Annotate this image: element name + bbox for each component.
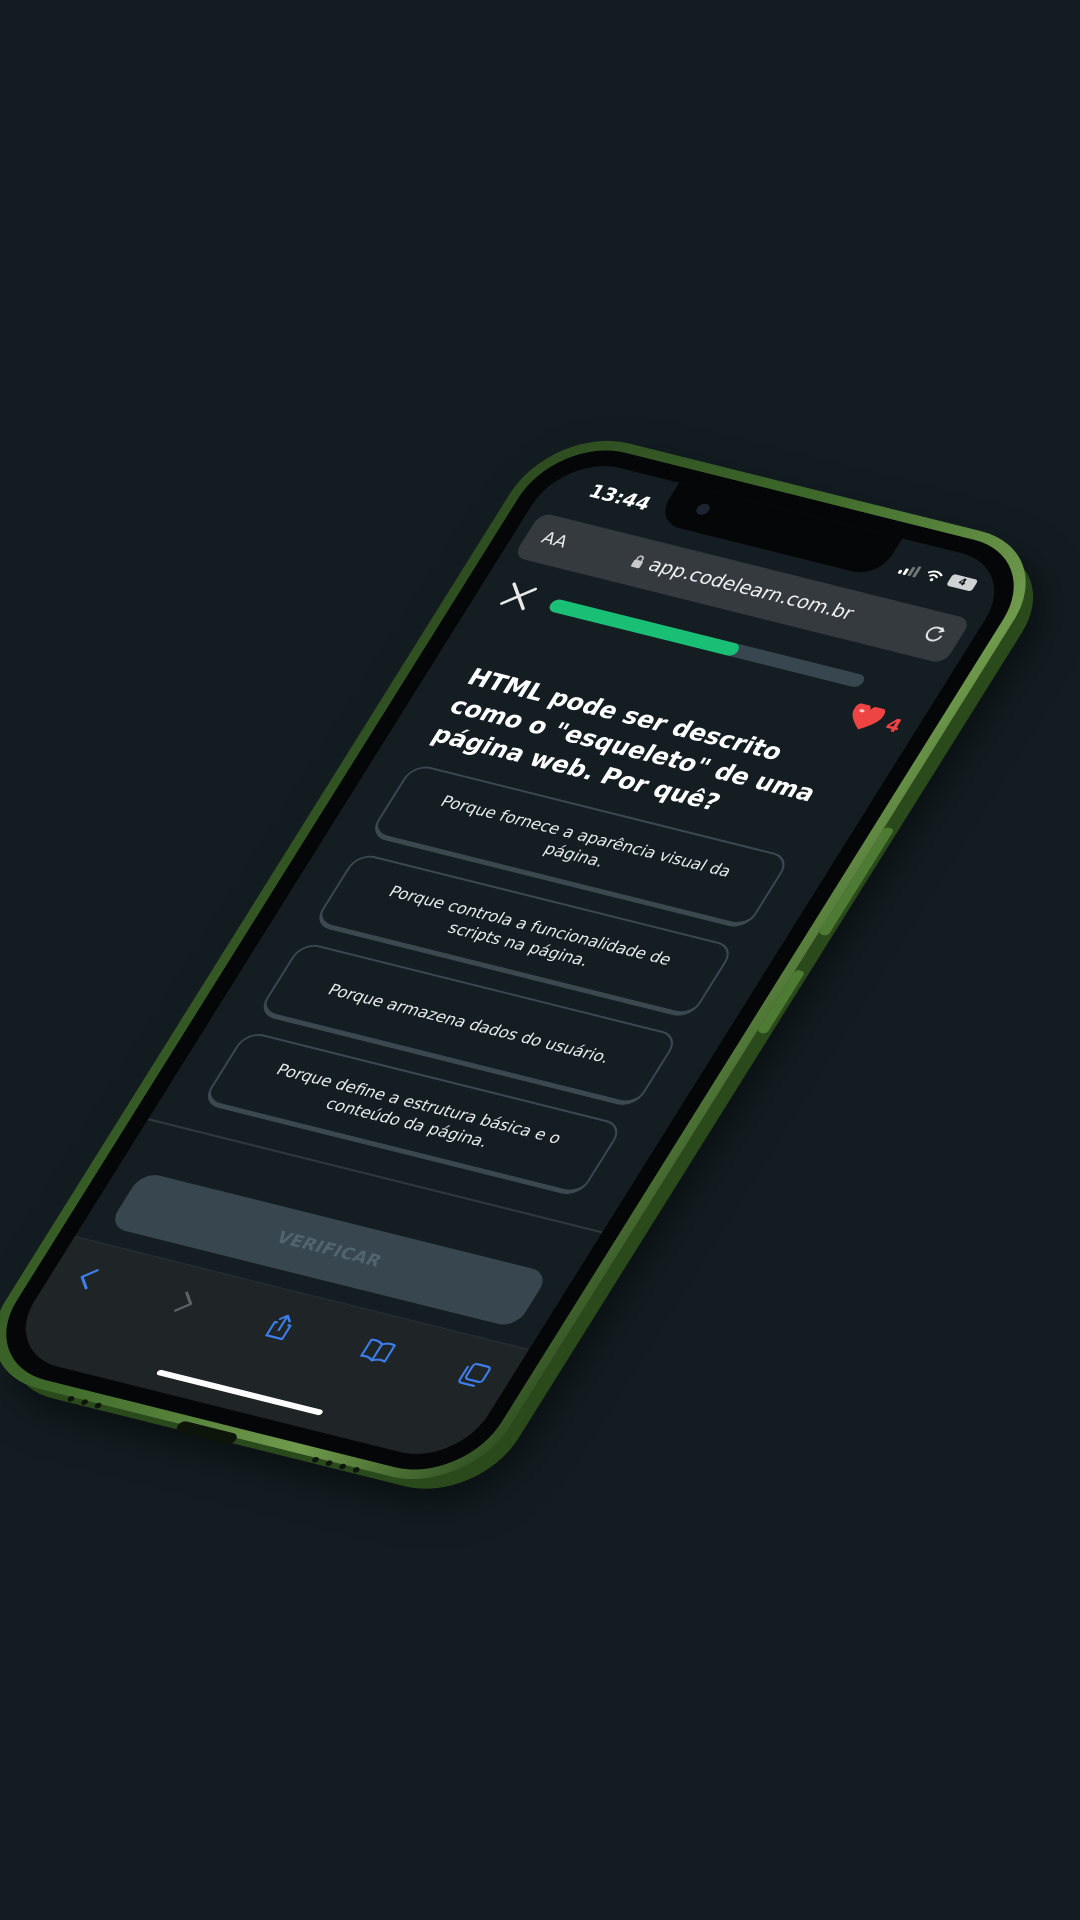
- status-time: 13:44: [584, 480, 656, 515]
- tabs-icon[interactable]: [451, 1358, 497, 1392]
- stage: 13:44 4 AA app.codelearn.com.br 4 HTML p…: [0, 0, 1080, 1920]
- phone-screen: 13:44 4 AA app.codelearn.com.br 4 HTML p…: [2, 453, 1018, 1467]
- phone-bezel: 13:44 4 AA app.codelearn.com.br 4 HTML p…: [0, 435, 1043, 1485]
- wifi-icon: [928, 570, 944, 581]
- battery-icon: 4: [945, 573, 979, 592]
- heart-icon: [852, 702, 885, 730]
- lives-count: 4: [881, 713, 907, 737]
- share-icon[interactable]: [258, 1309, 304, 1343]
- lock-icon: [631, 555, 645, 569]
- lesson-progress-fill: [546, 598, 742, 658]
- status-icons: 4: [897, 562, 979, 592]
- camera-icon: [693, 502, 713, 517]
- signal-icon: [897, 562, 922, 578]
- home-indicator[interactable]: [155, 1369, 324, 1416]
- bookmarks-icon[interactable]: [355, 1334, 401, 1368]
- close-icon[interactable]: [493, 577, 545, 616]
- forward-icon[interactable]: [162, 1285, 208, 1319]
- answer-options: Porque fornece a aparência visual da pág…: [200, 762, 792, 1198]
- back-icon[interactable]: [65, 1261, 111, 1295]
- phone-mockup: 13:44 4 AA app.codelearn.com.br 4 HTML p…: [0, 424, 1058, 1496]
- lives-indicator: 4: [843, 702, 908, 739]
